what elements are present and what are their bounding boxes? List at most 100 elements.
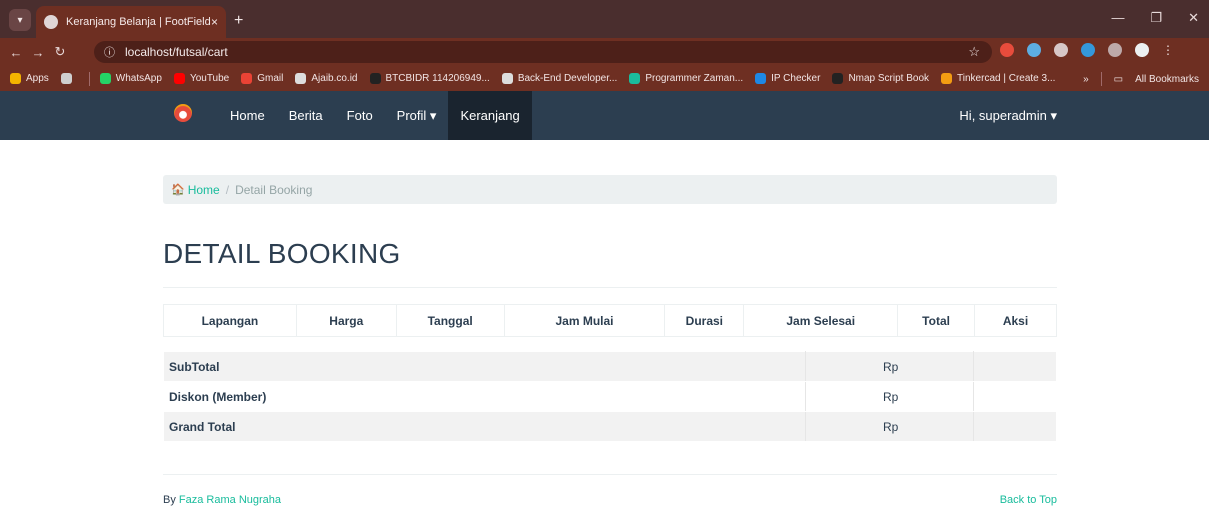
footer-credit: By Faza Rama Nugraha [163, 494, 282, 506]
nav-item-foto[interactable]: Foto [335, 91, 385, 140]
nav-item-keranjang[interactable]: Keranjang [448, 91, 532, 140]
menu-kebab-icon[interactable]: ⋮ [1162, 43, 1174, 57]
extension-icon[interactable] [1054, 43, 1068, 57]
minimize-icon[interactable]: — [1111, 10, 1124, 26]
whatsapp-icon [99, 73, 111, 84]
author-link[interactable]: Faza Rama Nugraha [179, 494, 281, 506]
browser-toolbar: ← → ↻ ⓘ localhost/futsal/cart ☆ ⋮ [0, 38, 1209, 66]
table-header-row: Lapangan Harga Tanggal Jam Mulai Durasi … [163, 304, 1057, 337]
breadcrumb: 🏠 Home / Detail Booking [163, 175, 1057, 204]
site-favicon-icon [44, 15, 58, 29]
close-window-icon[interactable]: ✕ [1188, 10, 1199, 26]
user-menu[interactable]: Hi, superadmin ▾ [959, 91, 1057, 140]
back-to-top-link[interactable]: Back to Top [1000, 494, 1057, 506]
tradingview-icon [369, 73, 381, 84]
page-header: DETAIL BOOKING [163, 238, 1057, 288]
subtotal-label: SubTotal [163, 351, 806, 382]
grand-total-label: Grand Total [163, 411, 806, 442]
table-row: Diskon (Member) Rp [163, 381, 1057, 412]
all-bookmarks-button[interactable]: All Bookmarks [1135, 74, 1199, 85]
column-header: Harga [295, 304, 397, 337]
discount-value: Rp [805, 381, 974, 412]
breadcrumb-separator: / [225, 182, 230, 197]
apps-grid-icon [10, 73, 21, 84]
window-controls: — ❐ ✕ [1111, 10, 1199, 26]
booking-table: Lapangan Harga Tanggal Jam Mulai Durasi … [163, 304, 1057, 337]
subtotal-value: Rp [805, 351, 974, 382]
nav-menu: Home Berita Foto Profil ▾ Keranjang [218, 91, 532, 140]
bookmark-star-icon[interactable]: ☆ [968, 44, 980, 60]
site-navbar: Home Berita Foto Profil ▾ Keranjang Hi, … [0, 91, 1209, 140]
bookmark-item[interactable]: Gmail [241, 73, 283, 84]
home-icon: 🏠 [171, 184, 185, 196]
bookmark-item[interactable]: Back-End Developer... [501, 73, 617, 84]
column-header: Aksi [974, 304, 1057, 337]
back-icon[interactable]: ← [8, 45, 24, 60]
eye-icon [832, 73, 844, 84]
tab-search-icon[interactable]: ▾ [9, 9, 31, 31]
extension-icon[interactable] [1027, 43, 1041, 57]
bookmark-item[interactable]: YouTube [173, 73, 229, 84]
url-text: localhost/futsal/cart [125, 45, 228, 59]
ip-icon [755, 73, 767, 84]
youtube-icon [173, 73, 185, 84]
extension-icon[interactable] [1000, 43, 1014, 57]
column-header: Tanggal [395, 304, 505, 337]
column-header: Lapangan [163, 304, 297, 337]
profile-avatar-icon[interactable] [1135, 43, 1149, 57]
browser-titlebar: ▾ Keranjang Belanja | FootField × + — ❐ … [0, 0, 1209, 38]
totals-table: SubTotal Rp Diskon (Member) Rp Grand Tot… [163, 351, 1057, 442]
empty-cell [973, 381, 1057, 412]
bookmark-item[interactable]: WhatsApp [99, 73, 162, 84]
restore-icon[interactable]: ❐ [1150, 10, 1162, 26]
page-title: DETAIL BOOKING [163, 238, 401, 269]
tinkercad-icon [941, 73, 953, 84]
nav-item-berita[interactable]: Berita [277, 91, 335, 140]
site-icon [629, 73, 641, 84]
site-icon [501, 73, 513, 84]
footer-divider [163, 474, 1057, 475]
nav-item-profil[interactable]: Profil ▾ [385, 91, 449, 140]
bookmark-item[interactable]: Tinkercad | Create 3... [941, 73, 1055, 84]
column-header: Total [897, 304, 976, 337]
divider [1100, 72, 1102, 86]
column-header: Durasi [664, 304, 745, 337]
new-tab-button[interactable]: + [234, 12, 243, 30]
globe-icon [295, 73, 307, 84]
bookmark-item[interactable]: IP Checker [755, 73, 820, 84]
folder-icon: ▭ [1113, 73, 1124, 85]
bookmark-item[interactable]: Programmer Zaman... [629, 73, 743, 84]
brand-logo-icon[interactable] [174, 104, 192, 122]
empty-cell [973, 411, 1057, 442]
bookmark-item[interactable]: Nmap Script Book [832, 73, 929, 84]
divider [88, 71, 90, 86]
column-header: Jam Selesai [743, 304, 899, 337]
gmail-icon [241, 73, 253, 84]
table-row: SubTotal Rp [163, 351, 1057, 382]
column-header: Jam Mulai [503, 304, 666, 337]
forward-icon[interactable]: → [30, 45, 46, 60]
nav-item-home[interactable]: Home [218, 91, 277, 140]
bookmarks-right: » ▭ All Bookmarks [1083, 72, 1199, 86]
table-row: Grand Total Rp [163, 411, 1057, 442]
grand-total-value: Rp [805, 411, 974, 442]
site-info-icon[interactable]: ⓘ [104, 44, 115, 60]
extensions-area: ⋮ [1000, 43, 1174, 57]
reload-icon[interactable]: ↻ [52, 44, 68, 60]
extension-icon[interactable] [1081, 43, 1095, 57]
bookmark-item[interactable]: Apps [10, 73, 49, 84]
tab-title: Keranjang Belanja | FootField [66, 16, 211, 28]
tab-close-icon[interactable]: × [211, 15, 218, 29]
address-bar[interactable]: ⓘ localhost/futsal/cart ☆ [94, 41, 992, 63]
browser-tab[interactable]: Keranjang Belanja | FootField × [36, 6, 226, 38]
bookmarks-bar: Apps WhatsApp YouTube Gmail Ajaib.co.id … [0, 66, 1209, 91]
breadcrumb-home-link[interactable]: 🏠 Home [171, 183, 220, 197]
discount-label: Diskon (Member) [163, 381, 806, 412]
empty-cell [973, 351, 1057, 382]
tab-groups-icon[interactable] [60, 73, 77, 84]
more-bookmarks-button[interactable]: » [1083, 74, 1089, 85]
extensions-puzzle-icon[interactable] [1108, 43, 1122, 57]
bookmark-item[interactable]: Ajaib.co.id [295, 73, 358, 84]
bookmark-item[interactable]: BTCBIDR 114206949... [369, 73, 490, 84]
breadcrumb-current: Detail Booking [235, 182, 313, 197]
